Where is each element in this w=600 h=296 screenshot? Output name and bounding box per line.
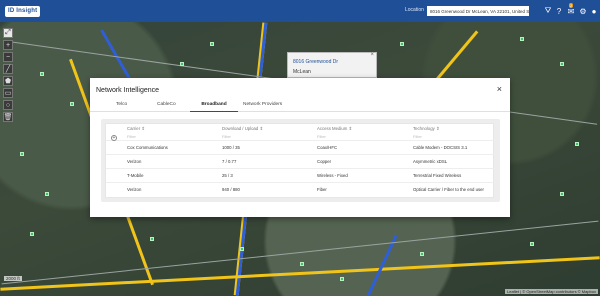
zoom-in-button[interactable]: +: [3, 40, 13, 50]
map-toolbar: ⤢ + − ╱ ⬟ ▭ ○ 🗑: [3, 28, 13, 124]
map-scale: 2000 ft: [4, 276, 22, 281]
location-label: Location: [405, 7, 424, 13]
location-input[interactable]: [427, 6, 529, 16]
access-filter[interactable]: Filter: [317, 134, 326, 139]
header-carrier[interactable]: Carrier ⇕: [127, 126, 145, 132]
app-logo[interactable]: ID Insight: [5, 5, 41, 17]
cell-technology: Optical Carrier / Fiber to the end user: [413, 187, 484, 192]
cell-technology: Asymmetric xDSL: [413, 159, 448, 164]
tab-network-providers[interactable]: Network Providers: [243, 102, 282, 112]
filter-icon[interactable]: ⛛: [543, 6, 553, 16]
carrier-filter[interactable]: Filter: [127, 134, 136, 139]
close-icon[interactable]: ×: [497, 84, 502, 94]
cell-technology: Cable Modem - DOCSIS 3.1: [413, 145, 468, 150]
cell-carrier: T-Mobile: [127, 173, 144, 178]
cell-speed: 1000 / 35: [222, 145, 240, 150]
cell-carrier: Verizon: [127, 187, 142, 192]
table-row[interactable]: Verizon 940 / 880 Fiber Optical Carrier …: [106, 183, 495, 197]
header-download-upload[interactable]: Download / Upload ⇕: [222, 126, 263, 132]
popup-city: McLean: [293, 69, 311, 75]
network-intelligence-modal: Network Intelligence × Telco CableCo Bro…: [90, 78, 510, 217]
header-access-medium[interactable]: Access Medium ⇕: [317, 126, 352, 132]
address-popup: 8016 Greenwood Dr McLean ×: [287, 52, 377, 78]
broadband-table: + Carrier ⇕ Download / Upload ⇕ Access M…: [105, 123, 495, 198]
draw-rectangle-icon[interactable]: ▭: [3, 88, 13, 98]
tab-bar: Telco CableCo Broadband Network Provider…: [90, 100, 510, 112]
table-header-row: + Carrier ⇕ Download / Upload ⇕ Access M…: [106, 124, 495, 141]
popup-address[interactable]: 8016 Greenwood Dr: [293, 59, 338, 65]
draw-line-icon[interactable]: ╱: [3, 64, 13, 74]
header-technology[interactable]: Technology ⇕: [413, 126, 440, 132]
cell-speed: 25 / 3: [222, 173, 233, 178]
technology-filter[interactable]: Filter: [413, 134, 422, 139]
cell-medium: Copper: [317, 159, 332, 164]
cell-carrier: Verizon: [127, 159, 142, 164]
cell-medium: Fiber: [317, 187, 327, 192]
table-row[interactable]: Cox Communications 1000 / 35 Coax/HFC Ca…: [106, 141, 495, 155]
tab-telco[interactable]: Telco: [116, 102, 127, 112]
table-row[interactable]: Verizon 7 / 0.77 Copper Asymmetric xDSL: [106, 155, 495, 169]
tab-broadband[interactable]: Broadband: [190, 102, 238, 112]
draw-circle-icon[interactable]: ○: [3, 100, 13, 110]
zoom-out-button[interactable]: −: [3, 52, 13, 62]
cell-medium: Wireless - Fixed: [317, 173, 348, 178]
top-bar: ID Insight Location ⛛ ? ✉ 2 ⚙ ●: [0, 0, 600, 22]
cell-speed: 7 / 0.77: [222, 159, 237, 164]
tab-cableco[interactable]: CableCo: [157, 102, 176, 112]
map-attribution[interactable]: Leaflet | © OpenStreetMap contributors ©…: [505, 289, 598, 294]
broadband-panel: + Carrier ⇕ Download / Upload ⇕ Access M…: [101, 119, 500, 202]
cell-medium: Coax/HFC: [317, 145, 338, 150]
cell-technology: Terrestrial Fixed Wireless: [413, 173, 462, 178]
popup-close-icon[interactable]: ×: [370, 52, 374, 58]
modal-title: Network Intelligence: [96, 87, 160, 94]
fullscreen-icon[interactable]: ⤢: [3, 28, 13, 38]
user-icon[interactable]: ●: [589, 6, 599, 16]
settings-icon[interactable]: ⚙: [578, 6, 588, 16]
logo-text: ID Insight: [8, 8, 38, 14]
table-row[interactable]: T-Mobile 25 / 3 Wireless - Fixed Terrest…: [106, 169, 495, 183]
cell-carrier: Cox Communications: [127, 145, 168, 150]
download-filter[interactable]: Filter: [222, 134, 231, 139]
help-icon[interactable]: ?: [554, 6, 564, 16]
delete-icon[interactable]: 🗑: [3, 112, 13, 122]
cell-speed: 940 / 880: [222, 187, 240, 192]
draw-polygon-icon[interactable]: ⬟: [3, 76, 13, 86]
